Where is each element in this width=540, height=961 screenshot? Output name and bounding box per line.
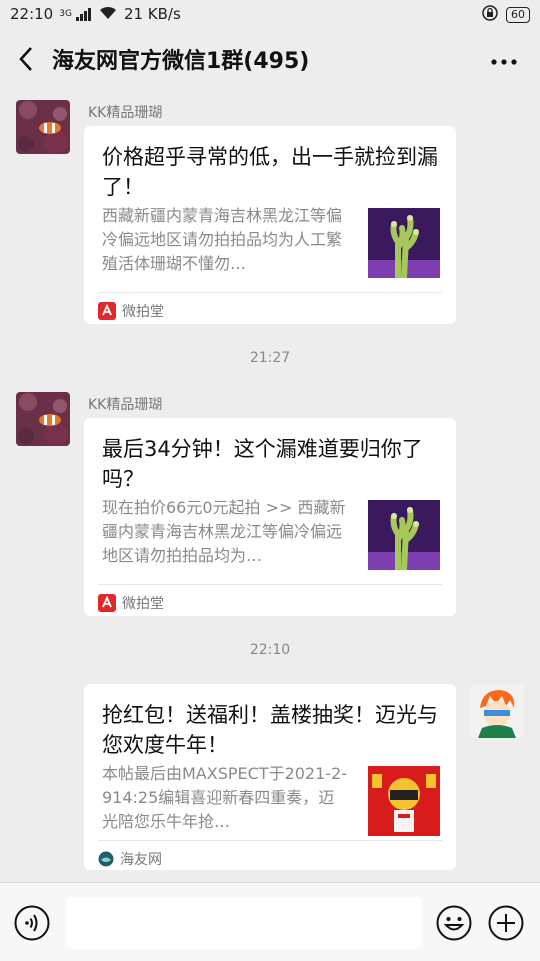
link-card[interactable]: 价格超乎寻常的低，出一手就捡到漏了！ 西藏新疆内蒙青海吉林黑龙江等偏冷偏远地区请… (84, 126, 456, 324)
card-title: 最后34分钟！这个漏难道要归你了吗？ (102, 437, 423, 491)
weipaitang-logo-icon (98, 594, 116, 612)
source-name: 海友网 (120, 852, 162, 868)
cellular-signal-icon: 3G (59, 7, 92, 21)
avatar[interactable] (16, 392, 70, 446)
plus-icon (488, 905, 524, 941)
card-thumbnail (368, 500, 440, 573)
message-item: 抢红包！送福利！盖楼抽奖！迈光与您欢度牛年！ 本帖最后由MAXSPECT于202… (0, 674, 540, 882)
card-title: 抢红包！送福利！盖楼抽奖！迈光与您欢度牛年！ (102, 703, 438, 757)
card-thumbnail (368, 208, 440, 281)
card-title: 价格超乎寻常的低，出一手就捡到漏了！ (102, 145, 438, 199)
message-item: KK精品珊瑚 价格超乎寻常的低，出一手就捡到漏了！ 西藏新疆内蒙青海吉林黑龙江等… (0, 90, 540, 330)
battery-icon: 60 (506, 7, 530, 23)
sender-name: KK精品珊瑚 (88, 105, 163, 121)
card-source: 微拍堂 (98, 296, 164, 326)
card-description: 西藏新疆内蒙青海吉林黑龙江等偏冷偏远地区请勿拍拍品均为人工繁殖活体珊瑚不懂勿… (102, 206, 343, 273)
card-description: 本帖最后由MAXSPECT于2021-2-914:25编辑喜迎新春四重奏，迈光陪… (102, 764, 348, 831)
link-card[interactable]: 最后34分钟！这个漏难道要归你了吗？ 现在拍价66元0元起拍 >> 西藏新疆内蒙… (84, 418, 456, 616)
more-functions-button[interactable] (488, 905, 524, 941)
avatar[interactable] (470, 684, 524, 738)
source-name: 微拍堂 (122, 304, 164, 320)
voice-input-button[interactable] (14, 905, 50, 941)
more-dots-icon (491, 59, 517, 65)
voice-icon (14, 905, 50, 941)
avatar[interactable] (16, 100, 70, 154)
chat-header: 海友网官方微信1群(495) (0, 28, 540, 90)
chat-title: 海友网官方微信1群(495) (52, 49, 310, 74)
chevron-left-icon (19, 47, 32, 71)
lock-rotation-icon (482, 5, 498, 25)
card-divider (98, 840, 442, 841)
input-bar (0, 882, 540, 961)
network-speed: 21 KB/s (123, 5, 181, 23)
source-name: 微拍堂 (122, 596, 164, 612)
timestamp: 21:27 (249, 350, 291, 366)
message-list[interactable]: KK精品珊瑚 价格超乎寻常的低，出一手就捡到漏了！ 西藏新疆内蒙青海吉林黑龙江等… (0, 90, 540, 882)
card-source: 微拍堂 (98, 588, 164, 618)
status-time: 22:10 (10, 5, 54, 23)
message-input[interactable] (66, 897, 422, 949)
link-card[interactable]: 抢红包！送福利！盖楼抽奖！迈光与您欢度牛年！ 本帖最后由MAXSPECT于202… (84, 684, 456, 870)
weipaitang-logo-icon (98, 302, 116, 320)
message-item: KK精品珊瑚 最后34分钟！这个漏难道要归你了吗？ 现在拍价66元0元起拍 >>… (0, 382, 540, 622)
card-source: 海友网 (98, 844, 162, 874)
card-divider (98, 584, 442, 585)
emoji-button[interactable] (436, 905, 472, 941)
back-button[interactable] (0, 46, 52, 72)
status-bar: 22:10 3G 21 KB/s 60 (0, 0, 540, 28)
more-options-button[interactable] (490, 48, 518, 68)
card-thumbnail (368, 766, 440, 836)
emoji-icon (436, 905, 472, 941)
wifi-icon (98, 5, 118, 24)
sender-name: KK精品珊瑚 (88, 397, 163, 413)
card-divider (98, 292, 442, 293)
card-description: 现在拍价66元0元起拍 >> 西藏新疆内蒙青海吉林黑龙江等偏冷偏远地区请勿拍拍品… (102, 498, 346, 565)
network-type: 3G (59, 8, 72, 19)
haiyou-logo-icon (98, 851, 114, 867)
timestamp: 22:10 (249, 642, 291, 658)
